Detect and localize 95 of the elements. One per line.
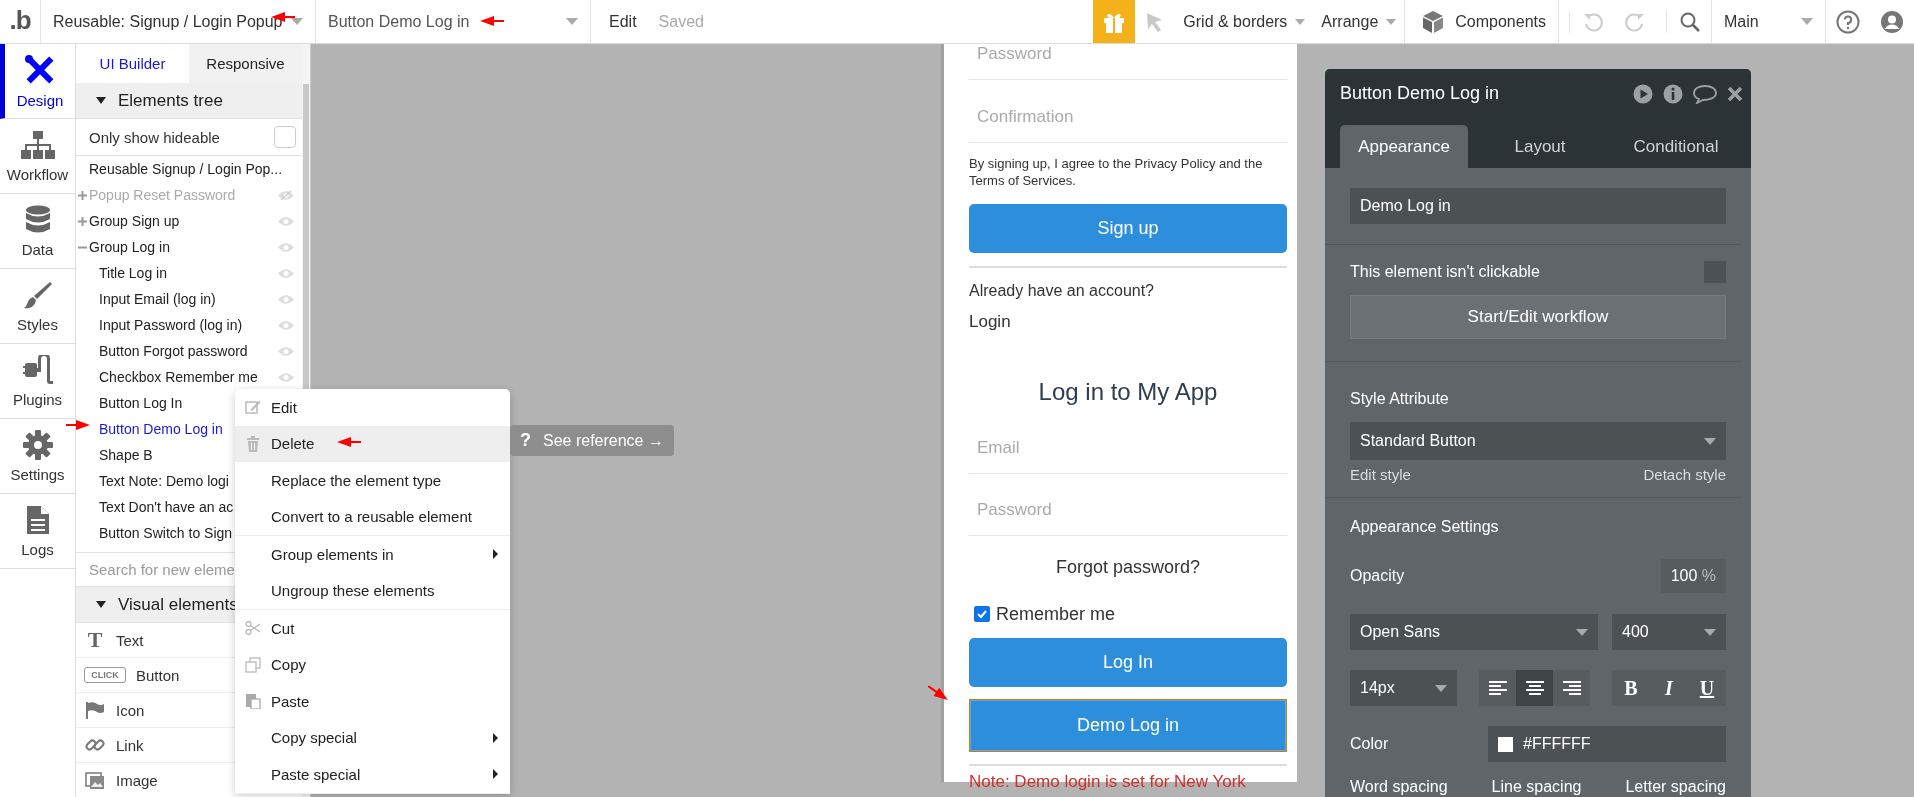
annotation-arrow [480, 16, 504, 26]
section-label: Style Attribute [1350, 390, 1450, 409]
option-label: Only show hideable [89, 128, 220, 146]
edit-menu[interactable]: Edit [609, 12, 637, 31]
section-header[interactable]: Elements tree [76, 83, 302, 119]
search-icon[interactable] [1666, 10, 1701, 33]
sidebar-tab[interactable]: Styles [0, 269, 75, 344]
checkbox[interactable] [974, 606, 990, 622]
cube-icon [1421, 9, 1446, 34]
italic-button[interactable]: I [1650, 670, 1688, 706]
weight-dropdown[interactable]: 400 [1612, 614, 1726, 650]
undo-icon[interactable] [1569, 10, 1604, 33]
underline-button[interactable]: U [1688, 670, 1726, 706]
sidebar-tab[interactable]: Settings [0, 419, 75, 494]
workflow-button[interactable]: Start/Edit workflow [1350, 295, 1726, 339]
annotation-arrow [66, 420, 90, 430]
font-dropdown[interactable]: Open Sans [1350, 614, 1598, 650]
gift-icon[interactable] [1093, 0, 1136, 43]
play-icon[interactable] [1633, 83, 1653, 104]
view-selector[interactable]: Main [1711, 0, 1826, 43]
menu-item[interactable]: Edit [235, 389, 510, 426]
flowchart-icon [20, 129, 55, 160]
tree-item[interactable]: Input Email (log in) [99, 291, 278, 307]
style-dropdown[interactable]: Standard Button [1350, 422, 1726, 460]
form-title: Log in to My App [1037, 377, 1219, 407]
option-label: Color [1350, 735, 1389, 753]
tree-item[interactable]: Checkbox Remember me [99, 369, 278, 385]
brush-icon [22, 279, 53, 310]
components-button[interactable]: Components [1404, 0, 1559, 43]
paste-icon [245, 693, 261, 709]
menu-item[interactable]: Replace the element type [235, 462, 510, 499]
menu-item[interactable]: Convert to a reusable element [235, 498, 510, 535]
section-label: Appearance Settings [1350, 518, 1500, 537]
edit-style-link[interactable]: Edit style [1350, 466, 1411, 483]
save-status: Saved [658, 12, 704, 31]
option-label: Word spacing [1350, 778, 1448, 796]
color-field[interactable]: #FFFFFF [1488, 726, 1726, 762]
arrange-menu[interactable]: Arrange [1321, 12, 1397, 31]
comment-icon[interactable] [1693, 83, 1717, 104]
close-icon[interactable] [1727, 85, 1743, 102]
design-icon [24, 53, 56, 86]
option-label: Line spacing [1491, 778, 1582, 796]
expand-icon[interactable] [78, 217, 87, 226]
detach-style-link[interactable]: Detach style [1643, 466, 1726, 483]
expand-icon[interactable] [78, 191, 87, 200]
editor-tab[interactable]: Layout [1476, 125, 1604, 168]
terms-text: By signing up, I agree to the Privacy Policy and the Terms of Services. [969, 155, 1264, 189]
tree-item[interactable]: Button Forgot password [99, 343, 278, 359]
panel-tab[interactable]: Responsive [189, 44, 302, 83]
image-icon [84, 770, 106, 790]
forgot-password-link[interactable]: Forgot password? [969, 556, 1287, 578]
checkbox[interactable] [274, 126, 296, 148]
database-icon [24, 204, 51, 235]
help-icon[interactable] [1836, 9, 1860, 34]
hidden-eye-icon[interactable] [278, 189, 294, 201]
plug-icon [22, 354, 53, 385]
scissors-icon [245, 620, 261, 636]
sidebar-tab[interactable]: Logs [0, 494, 75, 569]
text-field[interactable]: Demo Log in [1350, 188, 1726, 224]
size-dropdown[interactable]: 14px [1350, 670, 1457, 706]
account-prompt: Already have an account? [969, 281, 1155, 301]
note-text: Note: Demo login is set for New York [969, 772, 1247, 792]
app-logo[interactable]: .b [0, 0, 41, 43]
opacity-field[interactable]: 100 % [1660, 559, 1726, 593]
info-icon[interactable] [1663, 83, 1683, 104]
document-icon [25, 504, 50, 535]
tree-item[interactable]: Title Log in [99, 265, 278, 281]
sidebar-tab[interactable]: Plugins [0, 344, 75, 419]
menu-item[interactable]: Delete [235, 425, 510, 462]
avatar-icon[interactable] [1880, 9, 1904, 34]
tree-item[interactable]: Group Log in [89, 239, 278, 255]
panel-title: Button Demo Log in [1340, 83, 1501, 104]
login-link[interactable]: Login [969, 311, 1287, 333]
text-icon: T [84, 627, 106, 653]
align-center-icon[interactable] [1516, 670, 1553, 706]
button-icon: CLICK [84, 667, 126, 683]
tree-item[interactable]: Group Sign up [89, 213, 278, 229]
option-label: This element isn't clickable [1350, 263, 1540, 281]
editor-tab[interactable]: Conditional [1612, 125, 1740, 168]
tree-item[interactable]: Input Password (log in) [99, 317, 278, 333]
sidebar-tab[interactable]: Data [0, 194, 75, 269]
bold-button[interactable]: B [1612, 670, 1650, 706]
option-label: Letter spacing [1625, 778, 1726, 796]
tree-item[interactable]: Reusable Signup / Login Pop... [89, 161, 294, 177]
grid-borders-menu[interactable]: Grid & borders [1183, 12, 1306, 31]
edit-icon [245, 399, 261, 415]
copy-icon [245, 656, 261, 673]
option-label: Opacity [1350, 567, 1405, 585]
annotation-arrow [337, 437, 361, 447]
trash-icon [245, 435, 261, 452]
sidebar-tab[interactable]: Workflow [0, 119, 75, 194]
checkbox-label: Remember me [996, 603, 1116, 625]
editor-tab[interactable]: Appearance [1340, 125, 1468, 168]
flag-icon [84, 701, 106, 719]
redo-icon[interactable] [1624, 10, 1646, 33]
